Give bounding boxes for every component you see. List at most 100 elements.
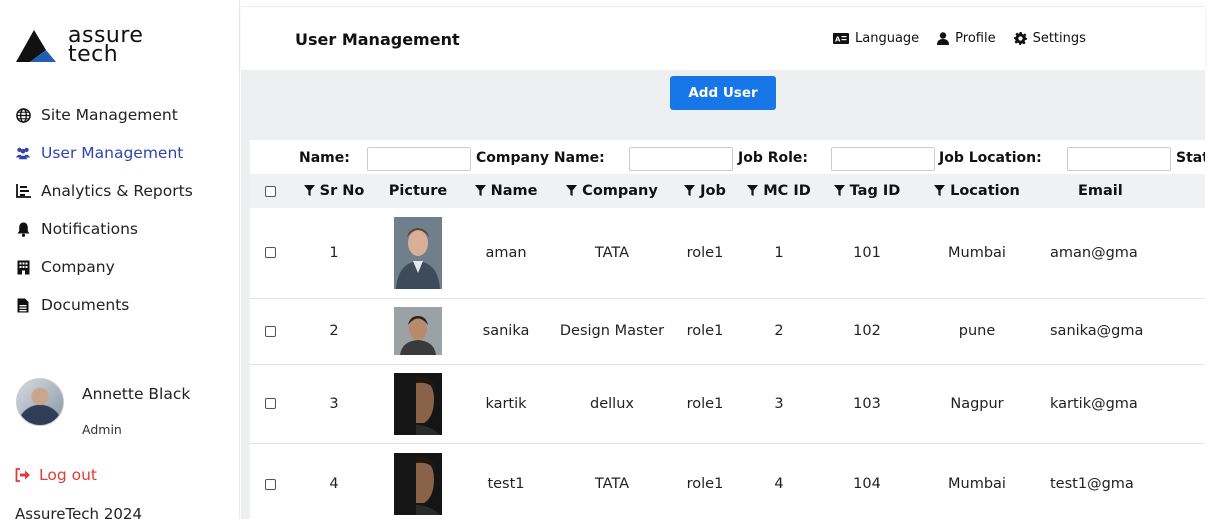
column-label: Name xyxy=(490,183,538,199)
page-title: User Management xyxy=(295,30,460,49)
table-row[interactable]: 4 test1 TATA role1 4 104 Mumbai test1@gm… xyxy=(250,443,1205,519)
company-filter-label: Company Name: xyxy=(476,150,605,166)
cell-job: role1 xyxy=(686,476,724,492)
row-checkbox[interactable] xyxy=(264,398,276,409)
cell-location: Mumbai xyxy=(948,244,1006,261)
sidebar-item-label: Analytics & Reports xyxy=(41,182,193,200)
top-bar: User Management A Language Profile Setti… xyxy=(241,6,1205,70)
top-nav: A Language Profile Settings xyxy=(833,31,1104,46)
sidebar-item-site-management[interactable]: Site Management xyxy=(0,96,240,134)
cell-picture xyxy=(378,364,458,443)
user-card[interactable]: Annette Black Admin xyxy=(16,378,226,448)
column-header-picture: Picture xyxy=(378,174,458,208)
brand-logo[interactable]: assure tech xyxy=(16,24,146,74)
cell-job: role1 xyxy=(686,395,724,412)
row-checkbox[interactable] xyxy=(264,325,276,337)
main-content: Add User Name: Company Name: Job Role: J… xyxy=(241,70,1205,519)
user-name: Annette Black xyxy=(82,385,191,403)
cell-company: dellux xyxy=(590,395,634,412)
job-filter-label: Job Role: xyxy=(738,150,809,166)
brand-text: assure tech xyxy=(68,25,143,66)
settings-button[interactable]: Settings xyxy=(1013,31,1086,46)
column-header-job[interactable]: Job xyxy=(670,174,740,208)
name-filter-input[interactable] xyxy=(367,147,471,171)
language-label: Language xyxy=(855,31,920,46)
cell-mc-id: 2 xyxy=(774,323,784,339)
sidebar-item-notifications[interactable]: Notifications xyxy=(0,210,240,248)
column-header-sr-no[interactable]: Sr No xyxy=(290,174,378,208)
app-root: assure tech Site Management User Managem… xyxy=(0,0,1210,519)
gear-icon xyxy=(1013,32,1027,45)
cell-job: role1 xyxy=(686,323,724,339)
filter-icon xyxy=(833,185,845,196)
building-icon xyxy=(15,259,31,275)
row-checkbox[interactable] xyxy=(264,247,276,259)
sidebar-item-label: User Management xyxy=(41,144,184,162)
cell-tag-id: 102 xyxy=(853,323,881,339)
sidebar-item-documents[interactable]: Documents xyxy=(0,286,240,324)
row-checkbox[interactable] xyxy=(264,478,276,490)
column-header-tag-id[interactable]: Tag ID xyxy=(818,174,916,208)
column-label: MC ID xyxy=(763,183,811,199)
location-filter-input[interactable] xyxy=(1067,147,1171,171)
sidebar-item-user-management[interactable]: User Management xyxy=(0,134,240,172)
language-button[interactable]: A Language xyxy=(833,31,919,46)
language-icon: A xyxy=(833,33,849,44)
cell-sr-no: 1 xyxy=(329,244,339,261)
footer-copyright: AssureTech 2024 xyxy=(15,505,143,519)
cell-sr-no: 3 xyxy=(329,395,339,412)
column-label: Company xyxy=(582,183,658,199)
sidebar-item-label: Documents xyxy=(41,296,130,314)
cell-location: Nagpur xyxy=(950,395,1004,412)
sidebar: assure tech Site Management User Managem… xyxy=(0,0,240,519)
select-all-checkbox[interactable] xyxy=(264,185,276,197)
filter-icon xyxy=(934,185,946,196)
column-header-name[interactable]: Name xyxy=(458,174,554,208)
column-label: Picture xyxy=(388,183,448,199)
column-header-location[interactable]: Location xyxy=(916,174,1038,208)
column-header-company[interactable]: Company xyxy=(554,174,670,208)
avatar xyxy=(16,378,64,426)
sidebar-item-analytics-reports[interactable]: Analytics & Reports xyxy=(0,172,240,210)
select-all-cell xyxy=(250,174,290,208)
column-header-mc-id[interactable]: MC ID xyxy=(740,174,818,208)
cell-email: aman@gma xyxy=(1050,244,1138,261)
name-filter-label: Name: xyxy=(299,150,350,166)
table-row[interactable]: 2 sanika Design Master role1 2 102 pune … xyxy=(250,298,1205,364)
company-filter-input[interactable] xyxy=(629,147,733,171)
user-photo xyxy=(394,453,442,515)
profile-button[interactable]: Profile xyxy=(937,31,996,46)
column-header-email[interactable]: Email xyxy=(1038,174,1205,208)
cell-mc-id: 3 xyxy=(774,395,784,412)
user-photo xyxy=(394,307,442,355)
cell-sr-no: 2 xyxy=(329,323,339,339)
column-label: Tag ID xyxy=(849,183,901,199)
chart-icon xyxy=(15,183,31,199)
filter-icon xyxy=(566,185,578,196)
user-photo xyxy=(394,372,442,435)
cell-company: TATA xyxy=(594,476,630,492)
cell-tag-id: 101 xyxy=(853,244,881,261)
job-filter-input[interactable] xyxy=(831,147,935,171)
logout-button[interactable]: Log out xyxy=(15,466,97,484)
settings-label: Settings xyxy=(1032,31,1086,46)
sidebar-item-company[interactable]: Company xyxy=(0,248,240,286)
cell-name: kartik xyxy=(485,395,527,412)
add-user-button[interactable]: Add User xyxy=(670,76,776,110)
table-row[interactable]: 3 kartik dellux role1 3 103 Nagpur karti… xyxy=(250,364,1205,443)
user-role: Admin xyxy=(82,422,122,437)
users-icon xyxy=(15,145,31,161)
sidebar-item-label: Site Management xyxy=(41,106,178,124)
location-filter-label: Job Location: xyxy=(939,150,1042,166)
table-row[interactable]: 1 aman TATA role1 1 101 Mumbai aman@gma xyxy=(250,208,1205,298)
logout-label: Log out xyxy=(39,466,97,484)
user-table-container: Name: Company Name: Job Role: Job Locati… xyxy=(250,140,1205,519)
column-label: Email xyxy=(1078,183,1123,199)
filter-bar: Name: Company Name: Job Role: Job Locati… xyxy=(250,140,1205,174)
filter-icon xyxy=(474,185,486,196)
globe-icon xyxy=(15,107,31,123)
cell-tag-id: 103 xyxy=(853,395,881,412)
profile-label: Profile xyxy=(955,31,996,46)
sidebar-item-label: Notifications xyxy=(41,220,139,238)
cell-mc-id: 4 xyxy=(774,476,784,492)
